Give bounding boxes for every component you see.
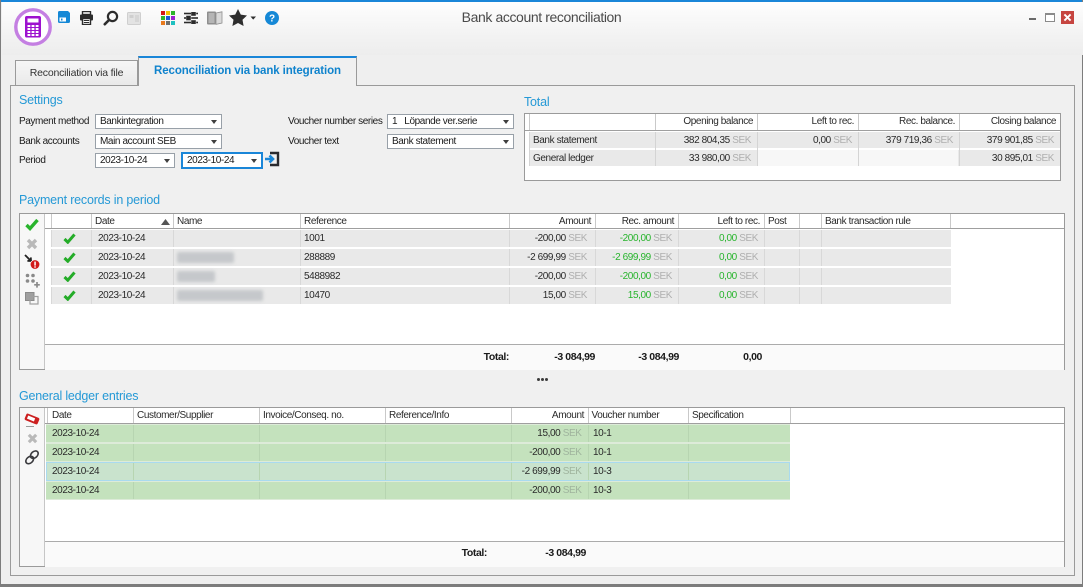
svg-text:?: ? [269,14,275,25]
